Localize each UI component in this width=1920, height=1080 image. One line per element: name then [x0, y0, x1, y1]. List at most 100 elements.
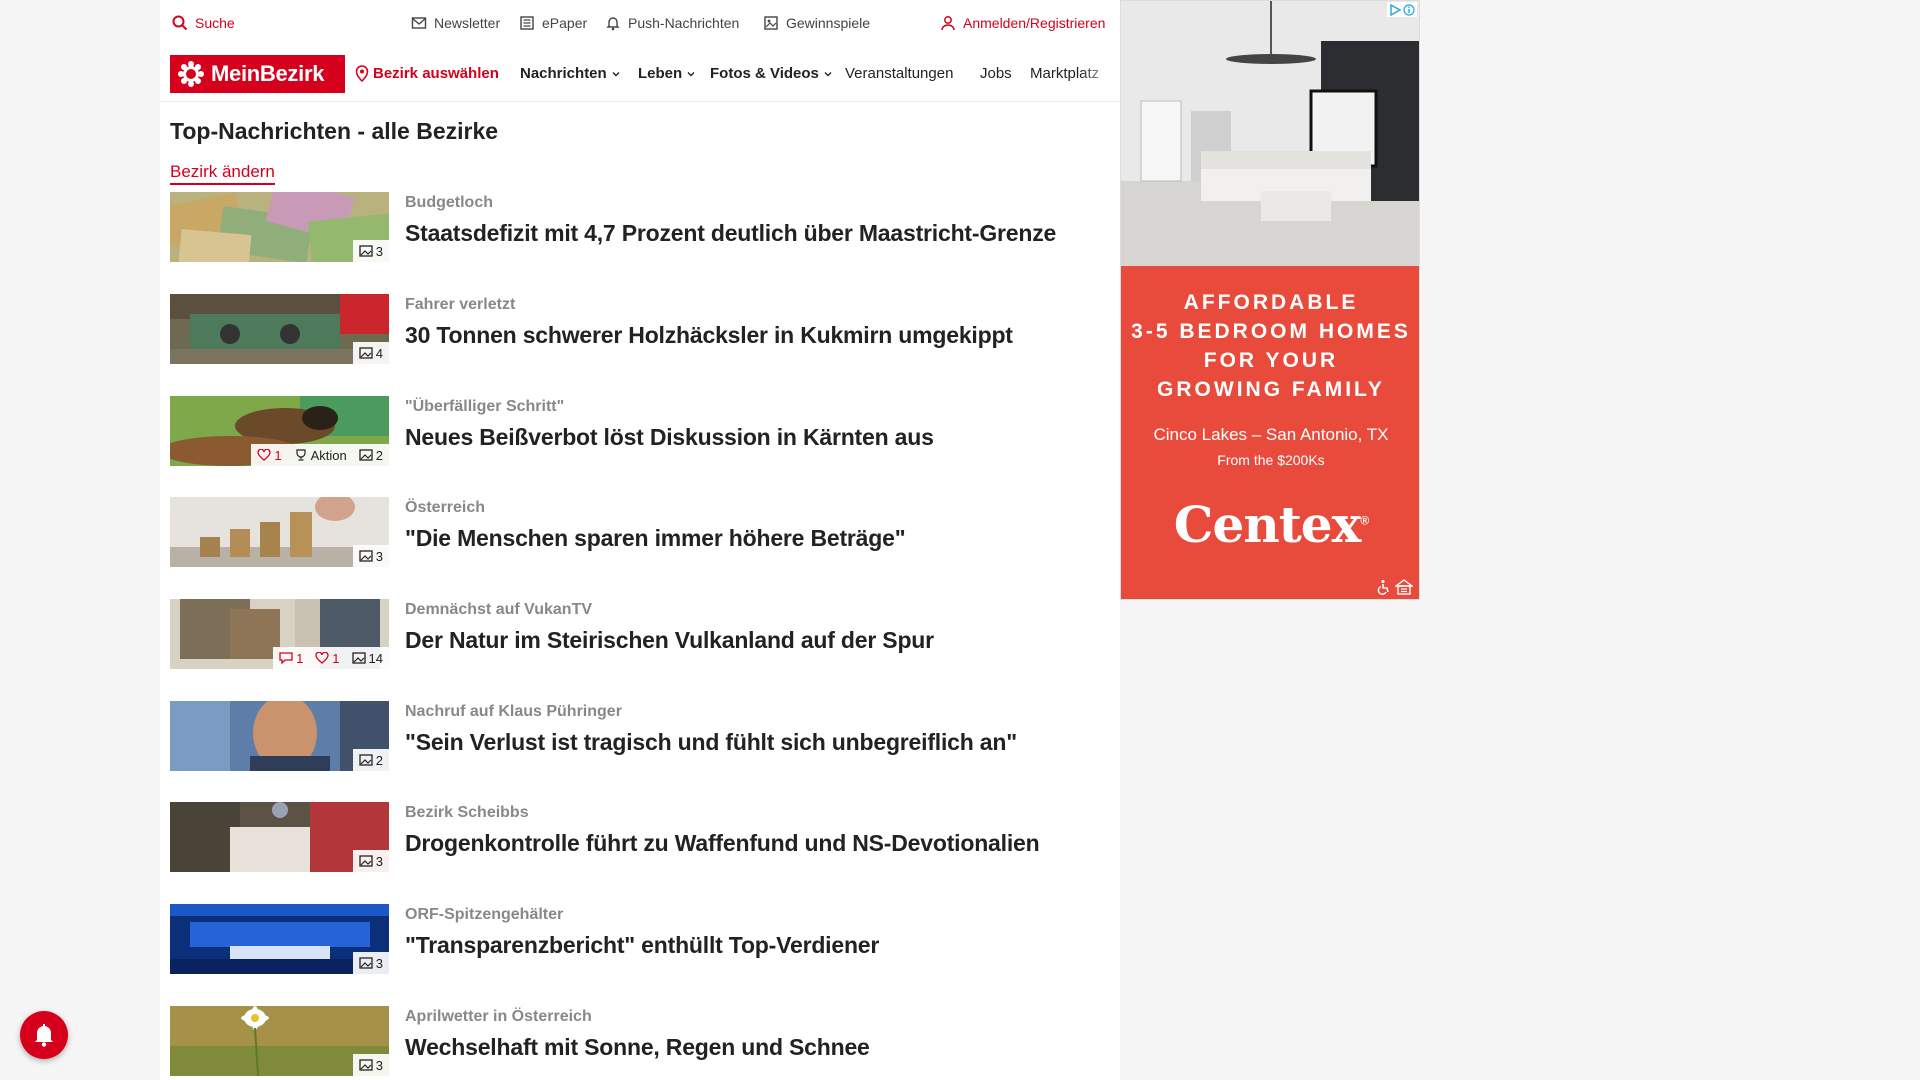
play-icon [1390, 3, 1401, 16]
article-thumbnail[interactable]: 2 [170, 701, 389, 771]
newsletter-label: Newsletter [434, 15, 501, 31]
nav-photos-videos[interactable]: Fotos & Videos [710, 65, 833, 82]
user-icon [941, 16, 955, 31]
image-count: 3 [375, 955, 383, 971]
nav-jobs-label: Jobs [980, 65, 1012, 82]
article-kicker: ORF-Spitzengehälter [405, 906, 564, 923]
article-badges: 3 [352, 850, 389, 872]
image-icon [359, 550, 373, 562]
ad-headline: AFFORDABLE 3-5 BEDROOM HOMES FOR YOUR GR… [1121, 288, 1419, 404]
article-kicker: Bezirk Scheibbs [405, 804, 529, 821]
article-kicker: Budgetloch [405, 194, 493, 211]
article-thumbnail[interactable]: 4 [170, 294, 389, 364]
newsletter-link[interactable]: Newsletter [411, 14, 500, 32]
change-district-link[interactable]: Bezirk ändern [170, 162, 275, 185]
article-thumbnail[interactable]: 1 Aktion 2 [170, 396, 389, 466]
article-thumbnail[interactable]: 3 [170, 497, 389, 567]
action-label: Aktion [310, 447, 347, 463]
contests-label: Gewinnspiele [786, 15, 871, 31]
logo[interactable]: MeinBezirk [170, 55, 345, 93]
article-item[interactable]: 2 Nachruf auf Klaus Pühringer "Sein Verl… [170, 701, 1110, 773]
article-item[interactable]: 3 ORF-Spitzengehälter "Transparenzberich… [170, 904, 1110, 976]
article-item[interactable]: 4 Fahrer verletzt 30 Tonnen schwerer Hol… [170, 294, 1110, 366]
image-count-badge: 2 [353, 444, 389, 466]
ad-headline-line: FOR YOUR [1203, 349, 1339, 372]
newspaper-icon [520, 16, 534, 30]
ad-brand-name: Centex [1173, 495, 1362, 554]
image-count: 3 [375, 1057, 383, 1073]
likes-badge: 1 [309, 647, 345, 669]
image-count: 3 [375, 243, 383, 259]
article-item[interactable]: 3 Österreich "Die Menschen sparen immer … [170, 497, 1110, 569]
image-count: 2 [375, 752, 383, 768]
article-headline[interactable]: Neues Beißverbot löst Diskussion in Kärn… [405, 424, 934, 451]
article-item[interactable]: 1 1 14 Demnächst auf VukanTV Der Natur i… [170, 599, 1110, 671]
contests-link[interactable]: Gewinnspiele [763, 14, 870, 32]
image-icon [359, 754, 373, 766]
ad-price: From the $200Ks [1217, 452, 1325, 468]
nav-news-label: Nachrichten [520, 65, 607, 82]
article-thumbnail[interactable]: 1 1 14 [170, 599, 389, 669]
article-item[interactable]: 3 Bezirk Scheibbs Drogenkontrolle führt … [170, 802, 1110, 874]
article-headline[interactable]: Der Natur im Steirischen Vulkanland auf … [405, 627, 934, 654]
article-item[interactable]: 3 Aprilwetter in Österreich Wechselhaft … [170, 1006, 1110, 1078]
logo-text: MeinBezirk [211, 61, 325, 86]
article-thumbnail[interactable]: 3 [170, 904, 389, 974]
search-label: Suche [195, 15, 235, 31]
select-district-button[interactable]: Bezirk auswählen [355, 65, 499, 82]
epaper-label: ePaper [542, 15, 588, 31]
image-icon [359, 449, 373, 461]
image-count: 3 [375, 853, 383, 869]
likes-count: 1 [332, 650, 340, 666]
nav-jobs[interactable]: Jobs [980, 65, 1012, 82]
article-headline[interactable]: "Transparenzbericht" enthüllt Top-Verdie… [405, 932, 879, 959]
comments-count: 1 [296, 650, 304, 666]
nav-events[interactable]: Veranstaltungen [845, 65, 953, 82]
bell-icon [35, 1024, 53, 1047]
push-notifications-link[interactable]: Push-Nachrichten [605, 14, 739, 32]
search-link[interactable]: Suche [172, 14, 235, 32]
image-count-badge: 3 [353, 850, 389, 872]
chevron-down-icon [824, 71, 832, 76]
notification-bell-button[interactable] [20, 1011, 68, 1059]
article-thumbnail[interactable]: 3 [170, 1006, 389, 1076]
image-count: 3 [375, 548, 383, 564]
article-headline[interactable]: "Die Menschen sparen immer höhere Beträg… [405, 525, 906, 552]
advertisement-banner[interactable]: AFFORDABLE 3-5 BEDROOM HOMES FOR YOUR GR… [1120, 0, 1420, 600]
gift-icon [764, 16, 778, 30]
image-icon [359, 245, 373, 257]
chevron-down-icon [687, 71, 695, 76]
nav-news[interactable]: Nachrichten [520, 65, 621, 82]
article-badges: 1 1 14 [273, 647, 389, 669]
ad-choices-button[interactable] [1387, 2, 1417, 17]
article-badges: 1 Aktion 2 [251, 444, 389, 466]
article-badges: 3 [352, 545, 389, 567]
article-headline[interactable]: Staatsdefizit mit 4,7 Prozent deutlich ü… [405, 220, 1056, 247]
equal-housing-icon [1395, 579, 1413, 595]
ad-headline-line: GROWING FAMILY [1157, 378, 1385, 401]
epaper-link[interactable]: ePaper [519, 14, 587, 32]
image-count-badge: 4 [353, 342, 389, 364]
login-link[interactable]: Anmelden/Registrieren [940, 14, 1105, 32]
article-headline[interactable]: Drogenkontrolle führt zu Waffenfund und … [405, 830, 1040, 857]
article-thumbnail[interactable]: 3 [170, 192, 389, 262]
article-item[interactable]: 1 Aktion 2 "Überfälliger Schritt" Neues … [170, 396, 1110, 468]
article-headline[interactable]: Wechselhaft mit Sonne, Regen und Schnee [405, 1034, 870, 1061]
article-headline[interactable]: 30 Tonnen schwerer Holzhäcksler in Kukmi… [405, 322, 1013, 349]
nav-life[interactable]: Leben [638, 65, 696, 82]
article-headline[interactable]: "Sein Verlust ist tragisch und fühlt sic… [405, 729, 1017, 756]
image-icon [359, 1059, 373, 1071]
nav-fade-overlay [1080, 50, 1120, 100]
living-room-photo [1121, 1, 1419, 266]
main-navigation: MeinBezirk Bezirk auswählen Nachrichten … [160, 50, 1120, 102]
image-count: 2 [375, 447, 383, 463]
article-kicker: "Überfälliger Schritt" [405, 398, 565, 415]
ad-headline-line: AFFORDABLE [1183, 291, 1359, 314]
image-count-badge: 3 [353, 952, 389, 974]
article-item[interactable]: 3 Budgetloch Staatsdefizit mit 4,7 Proze… [170, 192, 1110, 264]
info-icon [1403, 3, 1415, 16]
article-thumbnail[interactable]: 3 [170, 802, 389, 872]
accessibility-icon [1377, 579, 1389, 595]
push-label: Push-Nachrichten [628, 15, 740, 31]
image-icon [359, 855, 373, 867]
